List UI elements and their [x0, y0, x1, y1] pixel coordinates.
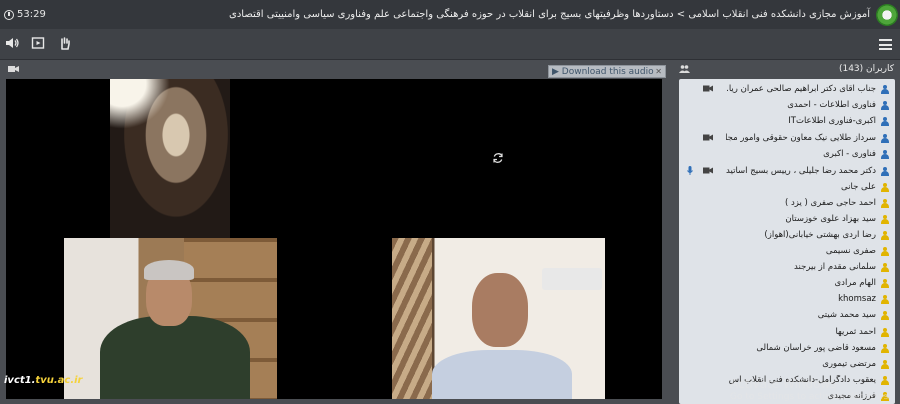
video-tile-top[interactable]	[110, 79, 230, 239]
viewer-user-icon	[880, 343, 889, 353]
user-name: احمد حاجی صفری ( یزد )	[784, 198, 876, 208]
moderator-user-icon	[880, 149, 889, 159]
viewer-user-icon	[880, 246, 889, 256]
camera-icon	[8, 66, 19, 72]
user-row[interactable]: احمد ثمریها	[679, 324, 895, 340]
video-tile-speaker-1[interactable]	[64, 238, 277, 399]
user-row[interactable]: مسعود قاضی پور خراسان شمالی	[679, 340, 895, 356]
moderator-user-icon	[880, 116, 889, 126]
user-row[interactable]: اکبری-فناوری اطلاعاتIT	[679, 113, 895, 129]
user-name: علی جانی	[841, 182, 876, 192]
user-row[interactable]: صفری نسیمی	[679, 243, 895, 259]
user-name: مرتضی تیموری	[822, 359, 876, 369]
timer-text: 53:29	[17, 9, 46, 20]
user-name: سلمانی مقدم از بیرجند	[794, 262, 876, 272]
user-row[interactable]: سلمانی مقدم از بیرجند	[679, 259, 895, 275]
user-name: فناوری - اکبری	[823, 149, 876, 159]
user-row[interactable]: رضا اردی بهشتی خیابانی(اهواز)	[679, 227, 895, 243]
user-name: سرداز طلایی نیک معاون حقوقی وامور مجلـ..…	[726, 133, 876, 143]
university-logo	[876, 4, 898, 26]
user-row[interactable]: khomsaz	[679, 291, 895, 307]
users-panel: کاربران (143) جناب آقای دکتر ابراهیم صال…	[673, 61, 900, 404]
user-name: صفری نسیمی	[825, 246, 876, 256]
session-timer: 53:29	[0, 0, 46, 29]
menu-icon[interactable]	[879, 39, 892, 50]
user-name: احمد ثمریها	[835, 327, 876, 337]
share-screen-icon[interactable]	[30, 36, 46, 52]
user-row[interactable]: مرتضی تیموری	[679, 356, 895, 372]
microphone-icon	[687, 166, 693, 175]
download-audio-link[interactable]: ▶ Download this audio	[552, 67, 654, 77]
user-row[interactable]: دکتر محمد رضا جلیلی ، رییس بسیج اساتید د…	[679, 163, 895, 179]
site-watermark: ivct1.tvu.ac.ir	[4, 375, 83, 386]
viewer-user-icon	[880, 278, 889, 288]
users-header: کاربران (143)	[679, 61, 894, 77]
user-row[interactable]: فناوری اطلاعات - احمدی	[679, 97, 895, 113]
user-row[interactable]: سرداز طلایی نیک معاون حقوقی وامور مجلـ..…	[679, 130, 895, 146]
moderator-user-icon	[880, 166, 889, 176]
user-name: الهام مرادی	[834, 278, 876, 288]
user-name: اکبری-فناوری اطلاعاتIT	[788, 116, 876, 126]
download-audio-bar[interactable]: ▶ Download this audio ✕	[548, 65, 666, 78]
user-name: مسعود قاضی پور خراسان شمالی	[756, 343, 876, 353]
user-name: سید بهزاد علوی خوزستان	[785, 214, 876, 224]
session-title: آموزش مجازی دانشکده فنی انقلاب اسلامی > …	[229, 9, 870, 20]
user-row[interactable]: سید محمد شیتی	[679, 307, 895, 323]
close-download-button[interactable]: ✕	[655, 67, 662, 76]
webcam-icon	[703, 167, 713, 174]
moderator-user-icon	[880, 133, 889, 143]
activate-windows-subtitle: Go to Settings to activate Windows.	[730, 392, 892, 402]
user-name: سید محمد شیتی	[817, 310, 876, 320]
user-row[interactable]: سید بهزاد علوی خوزستان	[679, 211, 895, 227]
user-row[interactable]: علی جانی	[679, 179, 895, 195]
webcam-icon	[703, 134, 713, 141]
video-tile-speaker-2[interactable]	[392, 238, 605, 399]
viewer-user-icon	[880, 230, 889, 240]
viewer-user-icon	[880, 294, 889, 304]
title-bar: 53:29 آموزش مجازی دانشکده فنی انقلاب اسل…	[0, 0, 900, 29]
users-icon	[679, 65, 690, 73]
raise-hand-icon[interactable]	[57, 36, 73, 52]
moderator-user-icon	[880, 100, 889, 110]
conference-app: 53:29 آموزش مجازی دانشکده فنی انقلاب اسل…	[0, 0, 900, 404]
user-name: دکتر محمد رضا جلیلی ، رییس بسیج اساتید د…	[726, 166, 876, 176]
user-row[interactable]: فناوری - اکبری	[679, 146, 895, 162]
video-panel: ▶ Download this audio ✕	[0, 61, 670, 404]
webcam-icon	[703, 85, 713, 92]
user-name: جناب آقای دکتر ابراهیم صالحی عمران ریا..…	[726, 84, 876, 94]
user-row[interactable]: احمد حاجی صفری ( یزد )	[679, 195, 895, 211]
users-title: کاربران (143)	[838, 64, 894, 74]
viewer-user-icon	[880, 262, 889, 272]
viewer-user-icon	[880, 310, 889, 320]
viewer-user-icon	[880, 327, 889, 337]
viewer-user-icon	[880, 214, 889, 224]
user-row[interactable]: جناب آقای دکتر ابراهیم صالحی عمران ریا..…	[679, 81, 895, 97]
moderator-user-icon	[880, 84, 889, 94]
speaker-icon[interactable]	[4, 36, 20, 52]
user-name: khomsaz	[838, 294, 876, 304]
activate-windows-title: Activate Windows	[730, 377, 837, 391]
refresh-icon[interactable]	[492, 152, 504, 164]
viewer-user-icon	[880, 182, 889, 192]
clock-icon	[4, 9, 14, 20]
user-name: فناوری اطلاعات - احمدی	[787, 100, 876, 110]
user-name: رضا اردی بهشتی خیابانی(اهواز)	[764, 230, 876, 240]
toolbar	[0, 29, 900, 60]
viewer-user-icon	[880, 198, 889, 208]
users-list: جناب آقای دکتر ابراهیم صالحی عمران ریا..…	[679, 79, 895, 404]
video-stage	[6, 79, 662, 399]
viewer-user-icon	[880, 359, 889, 369]
user-row[interactable]: الهام مرادی	[679, 275, 895, 291]
viewer-user-icon	[880, 375, 889, 385]
